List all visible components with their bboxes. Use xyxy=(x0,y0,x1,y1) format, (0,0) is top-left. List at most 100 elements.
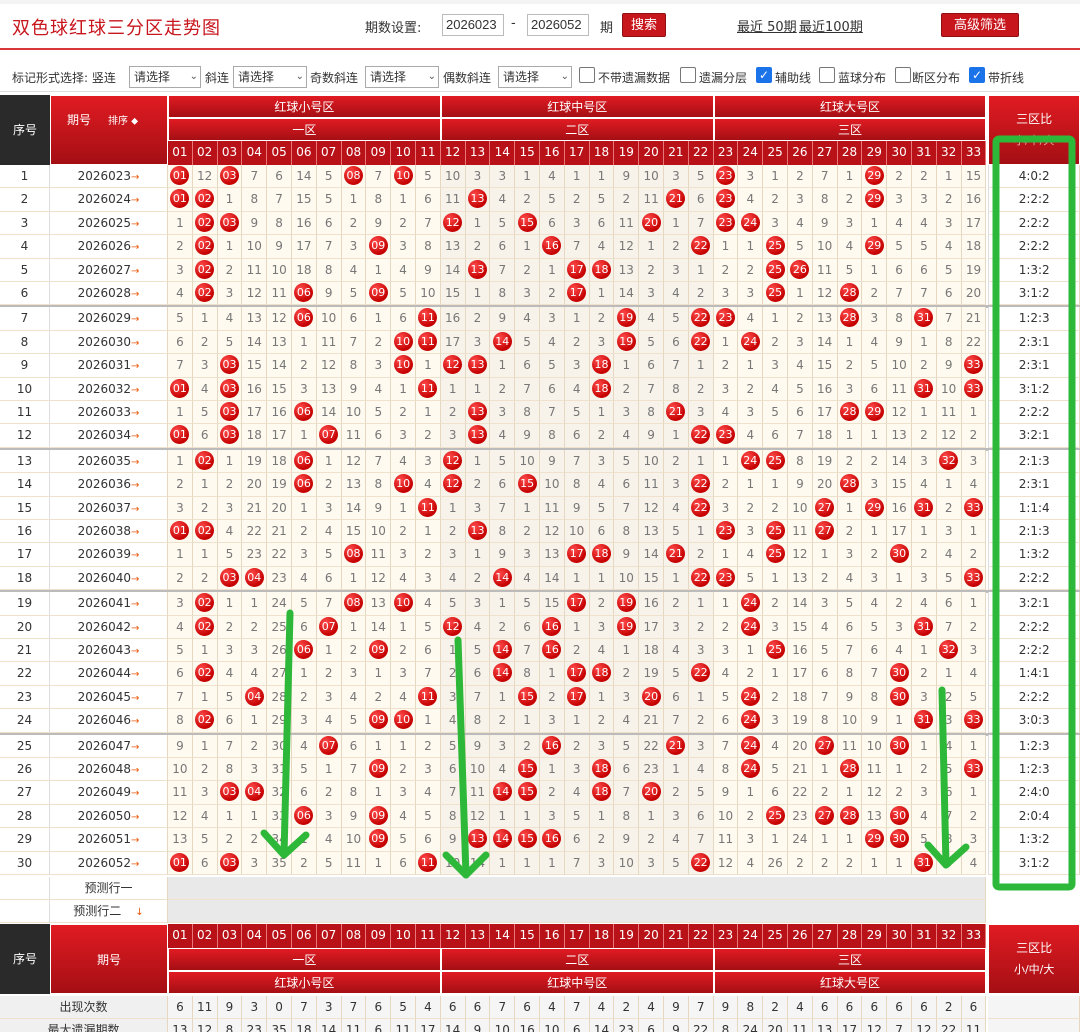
number-cell: 4 xyxy=(713,662,739,686)
number-cell: 6 xyxy=(366,424,392,448)
number-cell: 1 xyxy=(242,592,268,616)
number-cell: 8 xyxy=(614,804,640,829)
col-header-32: 32 xyxy=(936,141,962,165)
stats-cell: 12 xyxy=(192,1019,218,1032)
predict-cells[interactable] xyxy=(168,900,987,923)
number-cell: 23 xyxy=(267,566,292,591)
number-cell: 12 xyxy=(812,282,838,306)
odd-slant-select[interactable]: 请选择 ⌄ xyxy=(365,66,439,88)
number-cell: 7 xyxy=(515,639,540,663)
number-cell: 4 xyxy=(391,449,416,474)
ball-23: 23 xyxy=(715,425,735,445)
number-cell: 19 xyxy=(812,449,838,474)
number-cell: 1 xyxy=(192,734,218,758)
number-cell: 9 xyxy=(366,211,392,236)
number-cell: 09 xyxy=(366,639,392,663)
number-cell: 1 xyxy=(366,851,392,875)
number-cell: 8 xyxy=(490,520,516,544)
footer-col-header-11: 11 xyxy=(416,924,441,948)
slant-select[interactable]: 请选择 ⌄ xyxy=(233,66,307,88)
number-cell: 2 xyxy=(862,543,888,567)
number-cell: 7 xyxy=(217,734,243,758)
vertical-select[interactable]: 请选择 ⌄ xyxy=(129,66,201,88)
predict-label[interactable]: 预测行二 ↓ xyxy=(50,900,168,923)
period-to-input[interactable]: 2026052 xyxy=(527,14,589,36)
ball-22: 22 xyxy=(691,663,711,683)
checkbox-no-omission[interactable] xyxy=(579,67,595,83)
top-bar: 双色球红球三分区走势图 期数设置: 2026023 - 2026052 期 搜索… xyxy=(0,0,1080,50)
period-from-input[interactable]: 2026023 xyxy=(442,14,504,36)
checkbox-break-zone[interactable] xyxy=(895,67,911,83)
arrow-right-icon: → xyxy=(131,480,140,492)
ball-02: 02 xyxy=(195,593,215,613)
number-cell: 19 xyxy=(614,330,640,355)
number-cell: 7 xyxy=(936,615,962,639)
number-cell: 13 xyxy=(812,307,838,331)
number-cell: 2 xyxy=(664,781,689,805)
sort-button[interactable]: 排序 ⬥ xyxy=(108,115,138,145)
guide-line-label: 辅助线 xyxy=(775,71,812,85)
number-cell: 1 xyxy=(564,165,590,189)
number-cell: 5 xyxy=(217,330,243,355)
recent-50-link[interactable]: 最近 50期 xyxy=(737,16,797,35)
number-cell: 15 xyxy=(292,188,317,212)
number-cell: 4 xyxy=(961,473,987,497)
number-cell: 11 xyxy=(614,211,640,236)
footer-col-header-31: 31 xyxy=(912,924,937,948)
period-text: 2026050 xyxy=(77,808,132,823)
row-ratio: 2:4:0 xyxy=(988,781,1080,805)
number-cell: 3 xyxy=(763,354,788,378)
number-cell: 1 xyxy=(515,851,540,875)
number-cell: 22 xyxy=(639,734,664,758)
number-cell: 9 xyxy=(936,354,962,378)
row-seq: 10 xyxy=(0,377,50,401)
checkbox-blue-dist[interactable] xyxy=(819,67,835,83)
ball-09: 09 xyxy=(368,829,388,849)
number-cell: 14 xyxy=(812,330,838,355)
predict-label[interactable]: 预测行一 xyxy=(50,877,168,900)
footer-col-header-07: 07 xyxy=(316,924,342,948)
number-cell: 2 xyxy=(515,258,540,282)
number-cell: 4 xyxy=(292,566,317,591)
number-cell: 4 xyxy=(887,211,912,236)
number-cell: 1 xyxy=(515,235,540,259)
number-cell: 6 xyxy=(465,662,491,686)
number-cell: 2 xyxy=(862,449,888,474)
number-cell: 1 xyxy=(614,354,640,378)
number-cell: 10 xyxy=(936,377,962,401)
number-cell: 10 xyxy=(391,473,416,497)
number-cell: 2 xyxy=(465,566,491,591)
number-cell: 2 xyxy=(837,188,863,212)
checkbox-guide-line[interactable]: ✓ xyxy=(756,67,772,83)
even-slant-select[interactable]: 请选择 ⌄ xyxy=(498,66,572,88)
number-cell: 2 xyxy=(961,615,987,639)
ball-33: 33 xyxy=(963,710,983,730)
recent-100-link[interactable]: 最近100期 xyxy=(799,16,863,35)
predict-cells[interactable] xyxy=(168,877,987,900)
number-cell: 5 xyxy=(168,307,193,331)
row-seq: 23 xyxy=(0,685,50,710)
checkbox-polyline[interactable]: ✓ xyxy=(969,67,985,83)
number-cell: 3 xyxy=(242,758,268,782)
number-cell: 8 xyxy=(267,211,292,236)
ball-22: 22 xyxy=(691,567,711,587)
number-cell: 10 xyxy=(837,709,863,733)
row-ratio: 1:3:2 xyxy=(988,828,1080,852)
number-cell: 27 xyxy=(812,734,838,758)
period-label: 期数设置: xyxy=(365,21,422,36)
number-cell: 4 xyxy=(961,662,987,686)
search-button[interactable]: 搜索 xyxy=(622,13,666,37)
checkbox-omission-layer[interactable] xyxy=(680,67,696,83)
number-cell: 9 xyxy=(515,424,540,448)
polyline-label: 带折线 xyxy=(988,71,1025,85)
number-cell: 3 xyxy=(391,662,416,686)
row-seq: 25 xyxy=(0,734,50,758)
advanced-filter-button[interactable]: 高级筛选 xyxy=(941,13,1019,37)
number-cell: 4 xyxy=(639,307,664,331)
number-cell: 1 xyxy=(912,639,937,663)
ball-31: 31 xyxy=(914,710,934,730)
col-header-08: 08 xyxy=(341,141,367,165)
number-cell: 18 xyxy=(788,685,813,710)
row-period: 2026038→ xyxy=(50,520,168,544)
col-header-18: 18 xyxy=(589,141,615,165)
